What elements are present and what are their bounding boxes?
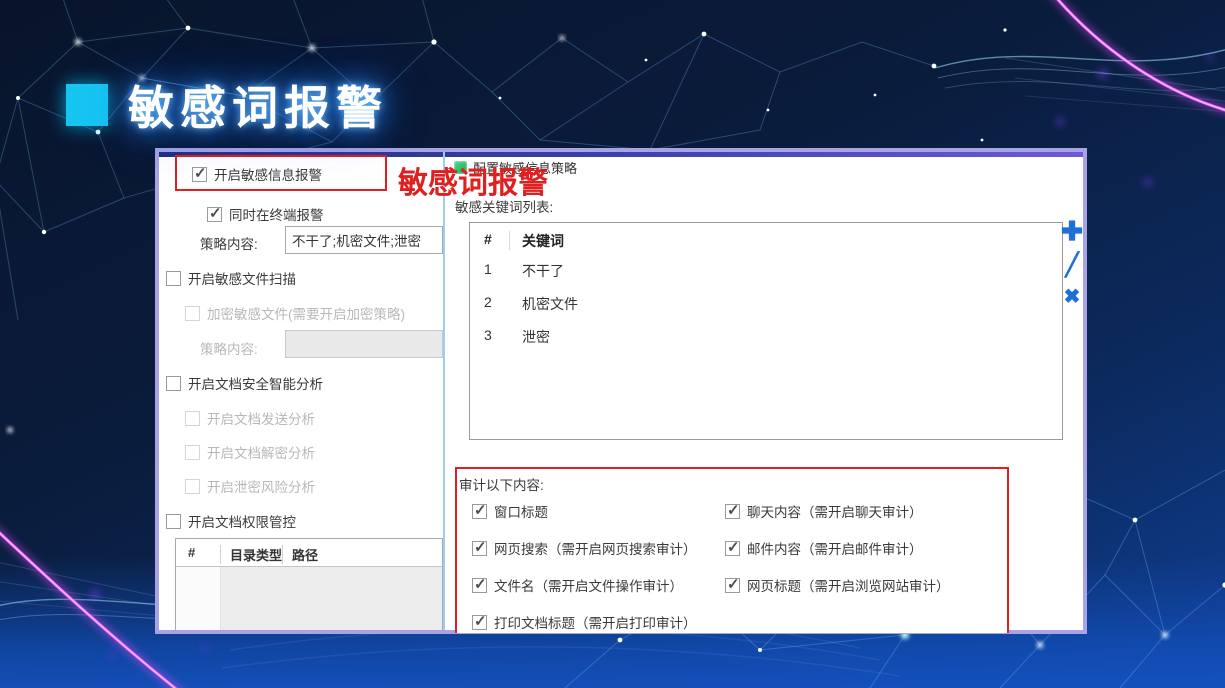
checkbox-label: 文件名（需开启文件操作审计） [494,575,683,595]
checkbox-disabled-icon [185,445,200,460]
column-header-path: 路径 [292,545,318,564]
checkbox-row-doc-smart-analysis[interactable]: 开启文档安全智能分析 [166,374,323,392]
column-header-num: # [188,545,195,560]
checkbox-label: 窗口标题 [494,501,548,521]
checkbox-label: 网页搜索（需开启网页搜索审计） [494,538,697,558]
directory-table-header: # 目录类型 路径 [176,539,442,567]
checkbox-row-chat-content[interactable]: 聊天内容（需开启聊天审计） [725,502,923,520]
delete-keyword-icon[interactable]: ✖ [1058,284,1086,310]
checkbox-label: 开启文档安全智能分析 [188,373,323,393]
keyword-row[interactable]: 1 不干了 [470,253,1062,286]
keyword-text: 机密文件 [522,294,578,314]
checkbox-unchecked-icon[interactable] [166,376,181,391]
checkbox-checked-icon[interactable] [472,541,487,556]
checkbox-row-file-scan[interactable]: 开启敏感文件扫描 [166,269,296,287]
keyword-text: 不干了 [522,261,564,281]
checkbox-row-encrypt-file[interactable]: 加密敏感文件(需要开启加密策略) [185,304,405,322]
checkbox-row-mail-content[interactable]: 邮件内容（需开启邮件审计） [725,539,923,557]
keyword-row[interactable]: 3 泄密 [470,319,1062,352]
policy-content-label: 策略内容: [200,233,258,253]
directory-table-body[interactable] [176,567,442,630]
checkbox-checked-icon[interactable] [207,207,222,222]
row-number: 1 [484,261,492,277]
column-header-keyword: 关键词 [522,231,564,251]
keyword-toolbar: ✚ ╱ ✖ [1058,216,1086,310]
directory-table: # 目录类型 路径 [175,538,443,630]
checkbox-row-print-doc-title[interactable]: 打印文档标题（需开启打印审计） [472,613,697,631]
checkbox-label: 网页标题（需开启浏览网站审计） [747,575,950,595]
page-title: 敏感词报警 [128,72,388,138]
light-waves-top-right [935,0,1225,112]
checkbox-label: 同时在终端报警 [229,204,324,224]
checkbox-row-web-search[interactable]: 网页搜索（需开启网页搜索审计） [472,539,697,557]
checkbox-row-doc-permission[interactable]: 开启文档权限管控 [166,512,296,530]
checkbox-checked-icon[interactable] [472,578,487,593]
column-header-num: # [484,231,492,247]
slide-title-block: 敏感词报警 [66,72,388,138]
highlight-rectangle-sensitive-alert [175,155,387,191]
audit-section-title: 审计以下内容: [459,474,544,494]
checkbox-row-leak-risk-analysis[interactable]: 开启泄密风险分析 [185,477,315,495]
checkbox-label: 邮件内容（需开启邮件审计） [747,538,923,558]
policy-content-input[interactable] [285,226,443,254]
red-annotation-text: 敏感词报警 [398,158,548,202]
add-keyword-icon[interactable]: ✚ [1058,216,1086,246]
settings-screenshot-panel: 开启敏感信息报警 同时在终端报警 策略内容: 开启敏感文件扫描 加密敏感文件(需… [155,148,1087,634]
checkbox-disabled-icon [185,306,200,321]
checkbox-row-terminal-alert[interactable]: 同时在终端报警 [207,205,324,223]
checkbox-row-doc-decrypt-analysis[interactable]: 开启文档解密分析 [185,443,315,461]
row-number: 2 [484,294,492,310]
checkbox-checked-icon[interactable] [725,578,740,593]
checkbox-label: 打印文档标题（需开启打印审计） [494,612,697,632]
keyword-table-header: # 关键词 [470,223,1062,253]
keyword-table: # 关键词 1 不干了 2 机密文件 3 泄密 [469,222,1063,440]
checkbox-checked-icon[interactable] [725,541,740,556]
checkbox-checked-icon[interactable] [725,504,740,519]
checkbox-checked-icon[interactable] [472,504,487,519]
checkbox-disabled-icon [185,411,200,426]
checkbox-row-doc-send-analysis[interactable]: 开启文档发送分析 [185,409,315,427]
policy-content-label-2: 策略内容: [200,338,258,358]
checkbox-unchecked-icon[interactable] [166,514,181,529]
checkbox-row-file-name[interactable]: 文件名（需开启文件操作审计） [472,576,683,594]
checkbox-checked-icon[interactable] [472,615,487,630]
column-divider [282,545,283,564]
audit-section-highlight: 审计以下内容: 窗口标题 网页搜索（需开启网页搜索审计） 文件名（需开启文件操作… [455,467,1009,633]
checkbox-label: 开启文档发送分析 [207,408,315,428]
policy-content-input-2 [285,330,443,358]
policy-dialog-column: 配置敏感信息策略 敏感关键词列表: # 关键词 1 不干了 2 [445,152,1083,630]
column-header-type: 目录类型 [230,545,282,564]
column-divider [509,231,510,250]
checkbox-disabled-icon [185,479,200,494]
checkbox-label: 开启文档解密分析 [207,442,315,462]
number-column [176,567,221,630]
edit-keyword-icon[interactable]: ╱ [1058,250,1086,280]
title-accent-square [66,84,108,126]
checkbox-row-window-title[interactable]: 窗口标题 [472,502,548,520]
checkbox-label: 开启敏感文件扫描 [188,268,296,288]
checkbox-row-web-page-title[interactable]: 网页标题（需开启浏览网站审计） [725,576,950,594]
checkbox-label: 开启文档权限管控 [188,511,296,531]
checkbox-label: 开启泄密风险分析 [207,476,315,496]
keyword-row[interactable]: 2 机密文件 [470,286,1062,319]
checkbox-label: 加密敏感文件(需要开启加密策略) [207,303,405,323]
row-number: 3 [484,327,492,343]
left-settings-column: 开启敏感信息报警 同时在终端报警 策略内容: 开启敏感文件扫描 加密敏感文件(需… [159,152,443,630]
slide: 敏感词报警 开启敏感信息报警 同时在终端报警 策略内容: [0,0,1225,688]
keyword-text: 泄密 [522,327,550,347]
checkbox-unchecked-icon[interactable] [166,271,181,286]
checkbox-label: 聊天内容（需开启聊天审计） [747,501,923,521]
column-divider [220,545,221,564]
